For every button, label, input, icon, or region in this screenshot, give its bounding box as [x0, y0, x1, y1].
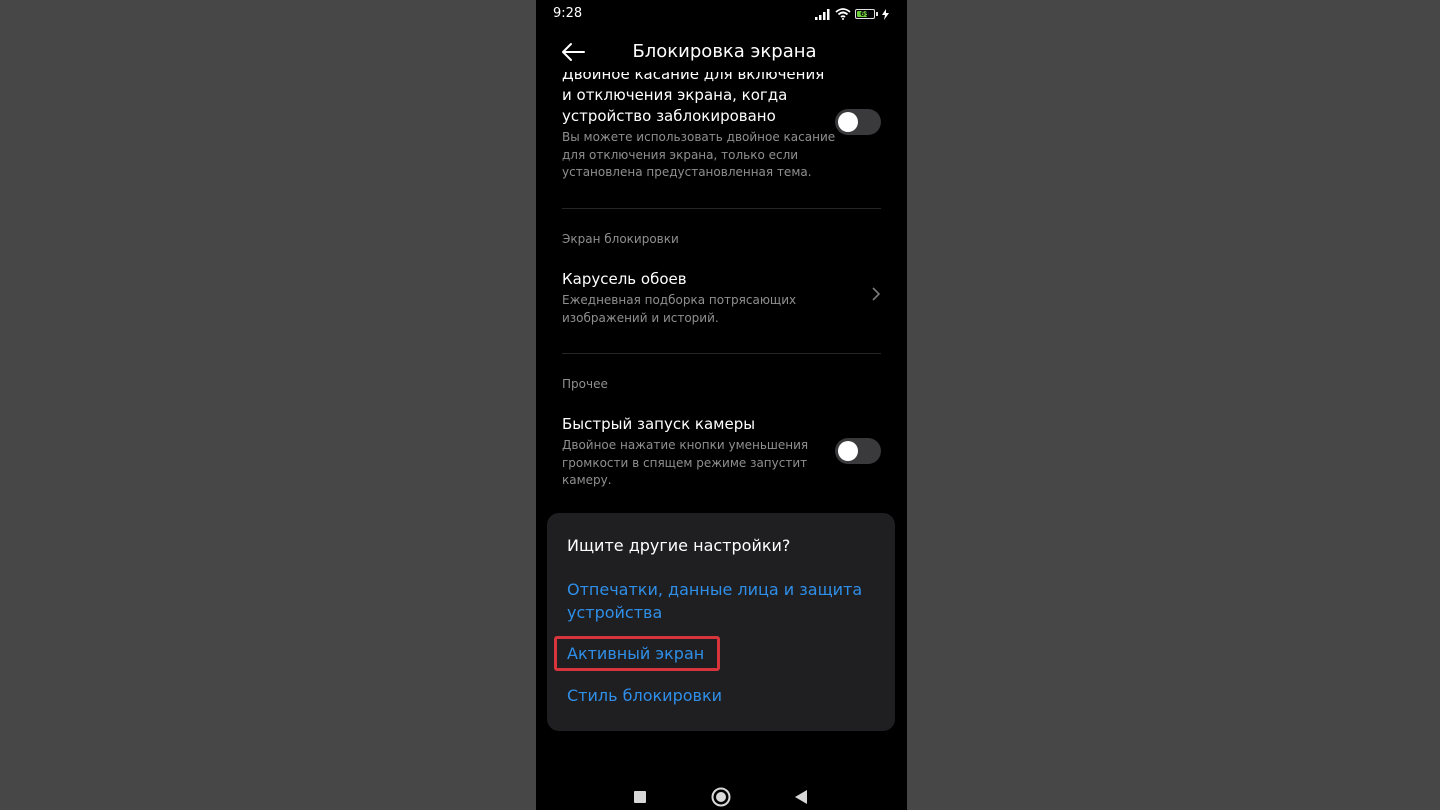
- link-active-screen[interactable]: Активный экран: [567, 642, 867, 665]
- home-circle-icon[interactable]: [710, 786, 732, 808]
- section-label-other: Прочее: [562, 377, 608, 391]
- chevron-right-icon: [872, 287, 881, 301]
- quick-camera-subtitle: Двойное нажатие кнопки уменьшения громко…: [562, 438, 809, 487]
- recents-square-icon[interactable]: [633, 790, 647, 804]
- section-label-lock-screen: Экран блокировки: [562, 232, 679, 246]
- link-lock-style[interactable]: Стиль блокировки: [567, 684, 867, 707]
- battery-level: 69: [860, 10, 870, 18]
- back-triangle-icon[interactable]: [794, 789, 808, 805]
- divider: [562, 353, 881, 354]
- battery-icon: 69: [855, 9, 875, 19]
- status-time: 9:28: [553, 6, 583, 21]
- toggle-knob: [838, 112, 858, 132]
- toggle-knob: [838, 441, 858, 461]
- settings-list[interactable]: Двойное касание для включения и отключен…: [536, 72, 907, 512]
- other-settings-card: Ищите другие настройки? Отпечатки, данны…: [547, 513, 895, 731]
- wallpaper-carousel-item[interactable]: Карусель обоев Ежедневная подборка потря…: [562, 269, 881, 327]
- card-title: Ищите другие настройки?: [567, 536, 791, 555]
- phone-screen: 9:28 69 Блокировка экрана Двойное касани…: [536, 0, 907, 810]
- status-bar: 9:28 69: [536, 0, 907, 28]
- wallpaper-carousel-title: Карусель обоев: [562, 270, 687, 288]
- divider: [562, 208, 881, 209]
- double-tap-setting[interactable]: Двойное касание для включения и отключен…: [562, 72, 881, 182]
- quick-camera-setting[interactable]: Быстрый запуск камеры Двойное нажатие кн…: [562, 414, 881, 490]
- double-tap-subtitle: Вы можете использовать двойное касание д…: [562, 130, 836, 179]
- wallpaper-carousel-subtitle: Ежедневная подборка потрясающих изображе…: [562, 293, 797, 325]
- wifi-icon: [835, 8, 851, 20]
- battery-cap: [876, 12, 878, 16]
- signal-icon: [815, 8, 830, 20]
- charging-icon: [882, 8, 889, 20]
- quick-camera-title: Быстрый запуск камеры: [562, 415, 756, 433]
- link-fingerprints[interactable]: Отпечатки, данные лица и защита устройст…: [567, 578, 867, 624]
- quick-camera-toggle[interactable]: [835, 438, 881, 464]
- app-header: Блокировка экрана: [536, 32, 907, 72]
- double-tap-title: Двойное касание для включения и отключен…: [562, 72, 825, 125]
- page-title: Блокировка экрана: [632, 41, 817, 62]
- status-icons: 69: [815, 8, 889, 20]
- double-tap-toggle[interactable]: [835, 109, 881, 135]
- navigation-bar: [536, 780, 907, 810]
